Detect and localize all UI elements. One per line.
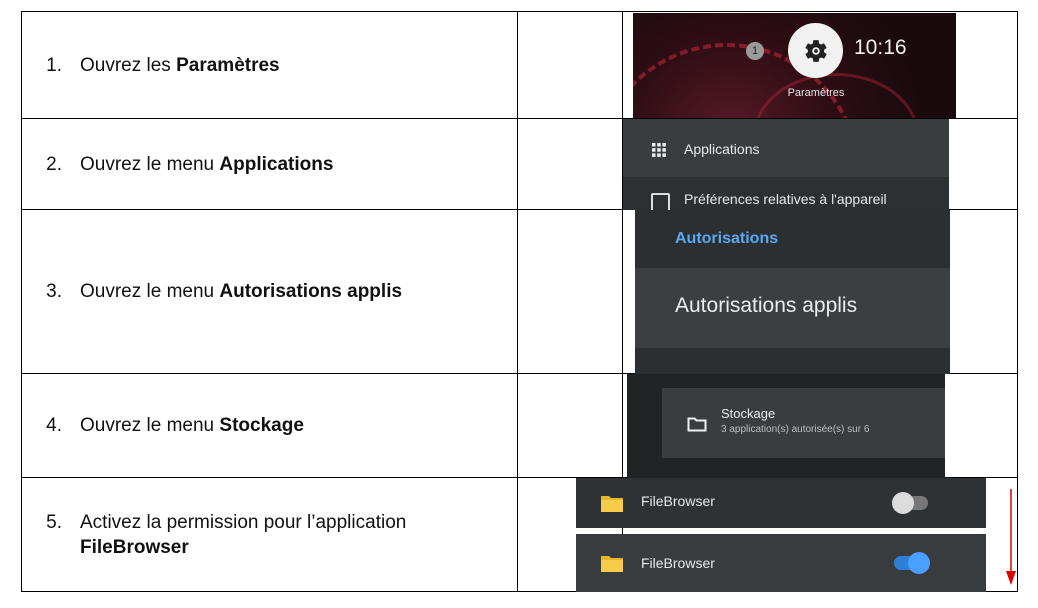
permissions-screenshot: Autorisations Autorisations applis bbox=[635, 210, 950, 374]
step-number: 5. bbox=[46, 511, 62, 533]
step-text: Ouvrez les bbox=[80, 54, 177, 76]
step-keyword: Applications bbox=[219, 153, 334, 175]
app-name: FileBrowser bbox=[641, 555, 715, 571]
step-1: 1. Ouvrez les Paramètres bbox=[22, 53, 517, 78]
arrow-down-icon bbox=[1006, 489, 1016, 585]
step-text: Ouvrez le menu bbox=[80, 281, 220, 302]
settings-label: Paramètres bbox=[787, 87, 845, 99]
step-text: Ouvrez le menu bbox=[80, 153, 220, 175]
folder-icon bbox=[601, 496, 623, 512]
menu-item-device-preferences[interactable]: Préférences relatives à l'appareil bbox=[684, 191, 887, 207]
menu-item-applications[interactable]: Applications bbox=[623, 119, 949, 177]
step-row-3: 3. Ouvrez le menu Autorisations applis Au… bbox=[21, 209, 1018, 374]
permission-toggle-off[interactable] bbox=[892, 492, 928, 514]
storage-subtitle: 3 application(s) autorisée(s) sur 6 bbox=[721, 424, 870, 435]
step-number: 4. bbox=[46, 415, 62, 436]
permission-toggle-on[interactable] bbox=[894, 552, 930, 574]
notification-badge: 1 bbox=[746, 42, 764, 60]
folder-icon bbox=[687, 417, 707, 432]
step-keyword: Autorisations applis bbox=[219, 281, 403, 302]
step-row-2: 2. Ouvrez le menu Applications Applicatio… bbox=[21, 118, 1018, 210]
storage-title: Stockage bbox=[721, 406, 776, 421]
step-number: 2. bbox=[46, 153, 62, 175]
step-4: 4. Ouvrez le menu Stockage bbox=[22, 413, 517, 438]
clock: 10:16 bbox=[854, 36, 907, 59]
step-text: Activez la permission pour l’application bbox=[80, 511, 407, 533]
menu-item-label: Autorisations applis bbox=[675, 294, 858, 317]
step-row-1: 1. Ouvrez les Paramètres 1 10:16 Paramètr… bbox=[21, 11, 1018, 119]
storage-screenshot: Stockage 3 application(s) autorisée(s) s… bbox=[627, 374, 945, 478]
step-2: 2. Ouvrez le menu Applications bbox=[22, 152, 517, 177]
filebrowser-row-off: FileBrowser bbox=[576, 478, 986, 528]
square-icon bbox=[651, 193, 670, 210]
step-5: 5. Activez la permission pour l’applicati… bbox=[22, 510, 517, 560]
instructions-table: 1. Ouvrez les Paramètres 1 10:16 Paramètr… bbox=[21, 11, 1018, 592]
filebrowser-row-on: FileBrowser bbox=[576, 534, 986, 592]
step-number: 3. bbox=[46, 281, 62, 302]
step-keyword: FileBrowser bbox=[80, 536, 189, 558]
step-row-5: 5. Activez la permission pour l’applicati… bbox=[21, 477, 1018, 592]
step-keyword: Paramètres bbox=[176, 54, 280, 76]
gear-icon[interactable] bbox=[788, 23, 843, 78]
applications-menu-screenshot: Applications Préférences relatives à l'a… bbox=[623, 119, 949, 210]
step-keyword: Stockage bbox=[219, 415, 304, 436]
step-3: 3. Ouvrez le menu Autorisations applis bbox=[22, 279, 517, 304]
app-name: FileBrowser bbox=[641, 493, 715, 509]
folder-icon bbox=[601, 556, 623, 572]
step-text: Ouvrez le menu bbox=[80, 415, 220, 436]
section-header: Autorisations bbox=[675, 230, 779, 247]
grid-icon bbox=[652, 143, 666, 157]
menu-item-label: Applications bbox=[684, 141, 760, 157]
settings-screenshot: 1 10:16 Paramètres bbox=[633, 13, 956, 118]
step-number: 1. bbox=[46, 54, 62, 76]
step-row-4: 4. Ouvrez le menu Stockage Stockage 3 app… bbox=[21, 373, 1018, 478]
